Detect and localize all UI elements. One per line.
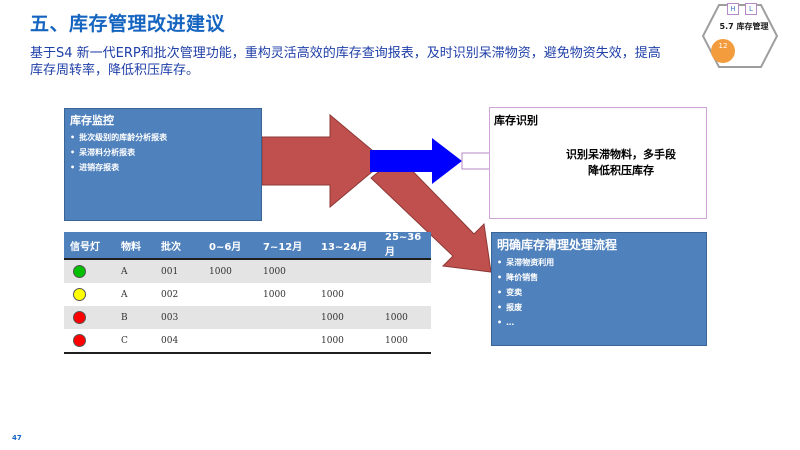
- signal-cell: [64, 329, 115, 354]
- table-cell: 1000: [321, 289, 344, 300]
- table-cell: A: [121, 289, 128, 300]
- table-cell: 1000: [315, 329, 379, 354]
- table-row: B 003 1000 1000: [64, 306, 431, 329]
- identify-text: 识别呆滞物料，多手段 降低积压库存: [549, 147, 693, 179]
- table-cell: 003: [155, 306, 203, 329]
- list-item: 降价销售: [497, 270, 706, 285]
- table-cell: 1000: [379, 306, 431, 329]
- table-cell: 1000: [379, 329, 431, 354]
- list-item: 报废: [497, 300, 706, 315]
- list-item: …: [497, 315, 706, 330]
- signal-cell: [64, 306, 115, 329]
- table-cell: [203, 329, 257, 354]
- col-0-6: 0~6月: [203, 232, 257, 260]
- table-cell: 1000: [257, 259, 315, 283]
- col-25-36: 25~36月: [379, 232, 431, 260]
- col-material: 物料: [115, 232, 155, 260]
- table-cell: [315, 259, 379, 283]
- table-cell: C: [115, 329, 155, 354]
- table-row: C 004 1000 1000: [64, 329, 431, 354]
- cleanup-list: 呆滞物资利用 降价销售 变卖 报废 …: [492, 255, 706, 330]
- list-item: 呆滞物资利用: [497, 255, 706, 270]
- table-cell: [203, 306, 257, 329]
- identify-text-line1: 识别呆滞物料，多手段: [566, 148, 676, 161]
- red-arrow-right: [261, 113, 386, 209]
- col-signal: 信号灯: [64, 232, 115, 260]
- identify-text-line2: 降低积压库存: [588, 164, 654, 177]
- cleanup-process-box: 明确库存清理处理流程 呆滞物资利用 降价销售 变卖 报废 …: [491, 232, 707, 346]
- green-light-icon: [73, 265, 86, 278]
- table-row: A 002 1000 1000: [64, 283, 431, 306]
- list-item: 批次级别的库龄分析报表: [70, 130, 261, 145]
- table-cell: B: [115, 306, 155, 329]
- table-row: A 001 1000 1000: [64, 259, 431, 283]
- yellow-light-icon: [73, 288, 86, 301]
- list-item: 呆滞料分析报表: [70, 145, 261, 160]
- cleanup-title: 明确库存清理处理流程: [497, 238, 618, 252]
- inventory-age-table: 信号灯 物料 批次 0~6月 7~12月 13~24月 25~36月 A 001…: [64, 232, 431, 354]
- identify-title: 库存识别: [494, 114, 538, 127]
- col-batch: 批次: [155, 232, 203, 260]
- table-cell: 1000: [263, 289, 286, 300]
- col-13-24: 13~24月: [315, 232, 379, 260]
- list-item: 进销存报表: [70, 160, 261, 175]
- flow-arrows: [261, 113, 548, 273]
- table-cell: 1000: [315, 306, 379, 329]
- table-cell: [257, 329, 315, 354]
- table-cell: [379, 259, 431, 283]
- col-7-12: 7~12月: [257, 232, 315, 260]
- table-header-row: 信号灯 物料 批次 0~6月 7~12月 13~24月 25~36月: [64, 232, 431, 260]
- table-cell: [379, 283, 431, 306]
- list-item: 变卖: [497, 285, 706, 300]
- table-cell: [203, 283, 257, 306]
- monitor-list: 批次级别的库龄分析报表 呆滞料分析报表 进销存报表: [65, 130, 261, 175]
- table-cell: 1000: [203, 259, 257, 283]
- table-cell: A: [115, 259, 155, 283]
- page-number: 47: [12, 434, 22, 442]
- monitor-title: 库存监控: [70, 114, 114, 127]
- inventory-monitor-box: 库存监控 批次级别的库龄分析报表 呆滞料分析报表 进销存报表: [64, 108, 262, 221]
- table-cell: [257, 306, 315, 329]
- signal-cell: [64, 283, 115, 306]
- red-light-icon: [73, 334, 86, 347]
- signal-cell: [64, 259, 115, 283]
- red-light-icon: [73, 311, 86, 324]
- table-cell: 002: [161, 289, 179, 300]
- table-cell: 004: [155, 329, 203, 354]
- table-cell: 001: [155, 259, 203, 283]
